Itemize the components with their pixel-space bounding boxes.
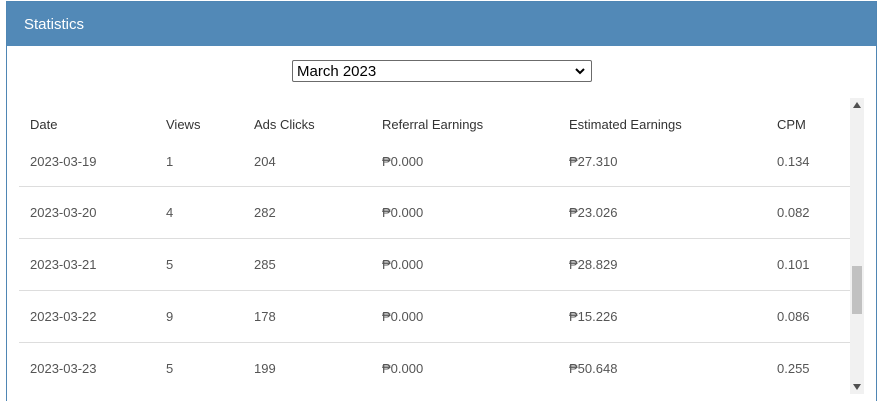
column-header-referral-earnings: Referral Earnings [382,116,484,132]
column-header-views: Views [166,116,201,132]
cell-cpm: 0.101 [766,237,850,290]
triangle-up-icon[interactable] [850,98,864,112]
statistics-table-container: Date Views Ads Clicks Referral Earnings … [19,97,850,401]
column-header-ads-clicks: Ads Clicks [254,116,315,132]
statistics-table: Date Views Ads Clicks Referral Earnings … [19,97,850,394]
cell-ads-clicks: 285 [243,237,371,290]
cell-referral-earnings: ₱0.000 [371,237,558,290]
cell-referral-earnings: ₱0.000 [371,341,558,394]
cell-date: 2023-03-22 [19,289,155,342]
statistics-panel: Statistics March 2023 Date Views Ads Cli… [6,1,877,401]
panel-title: Statistics [7,2,876,46]
month-select[interactable]: March 2023 [292,60,592,82]
column-header-date: Date [30,116,58,132]
table-header-row: Date Views Ads Clicks Referral Earnings … [19,97,850,151]
cell-ads-clicks: 282 [243,185,371,238]
cell-views: 5 [155,341,243,394]
cell-cpm: 0.255 [766,341,850,394]
month-select-value: March 2023 [297,62,377,80]
table-row: 2023-03-23 5 199 ₱0.000 ₱50.648 0.255 [19,341,850,394]
scrollbar-thumb[interactable] [852,266,862,314]
cell-cpm: 0.082 [766,185,850,238]
cell-views: 9 [155,289,243,342]
cell-estimated-earnings: ₱27.310 [569,153,618,169]
table-row: 2023-03-19 1 204 ₱0.000 ₱27.310 0.134 [19,151,850,186]
cell-estimated-earnings: ₱50.648 [558,341,766,394]
cell-referral-earnings: ₱0.000 [371,289,558,342]
cell-cpm: 0.086 [766,289,850,342]
triangle-down-icon[interactable] [850,380,864,394]
cell-date: 2023-03-19 [30,153,97,169]
table-scrollbar[interactable] [850,98,864,394]
cell-referral-earnings: ₱0.000 [382,153,424,169]
cell-date: 2023-03-23 [19,341,155,394]
cell-views: 4 [155,185,243,238]
cell-referral-earnings: ₱0.000 [371,185,558,238]
table-row: 2023-03-20 4 282 ₱0.000 ₱23.026 0.082 [19,185,850,238]
cell-views: 1 [166,153,174,169]
cell-date: 2023-03-20 [19,185,155,238]
cell-estimated-earnings: ₱28.829 [558,237,766,290]
column-header-estimated-earnings: Estimated Earnings [569,116,682,132]
cell-date: 2023-03-21 [19,237,155,290]
table-row: 2023-03-21 5 285 ₱0.000 ₱28.829 0.101 [19,237,850,290]
cell-views: 5 [155,237,243,290]
cell-ads-clicks: 199 [243,341,371,394]
cell-estimated-earnings: ₱23.026 [558,185,766,238]
table-row: 2023-03-22 9 178 ₱0.000 ₱15.226 0.086 [19,289,850,342]
cell-ads-clicks: 204 [254,153,276,169]
column-header-cpm: CPM [777,116,806,132]
cell-ads-clicks: 178 [243,289,371,342]
cell-cpm: 0.134 [777,153,810,169]
chevron-down-icon [569,61,591,81]
month-select-wrapper: March 2023 [292,60,592,82]
cell-estimated-earnings: ₱15.226 [558,289,766,342]
